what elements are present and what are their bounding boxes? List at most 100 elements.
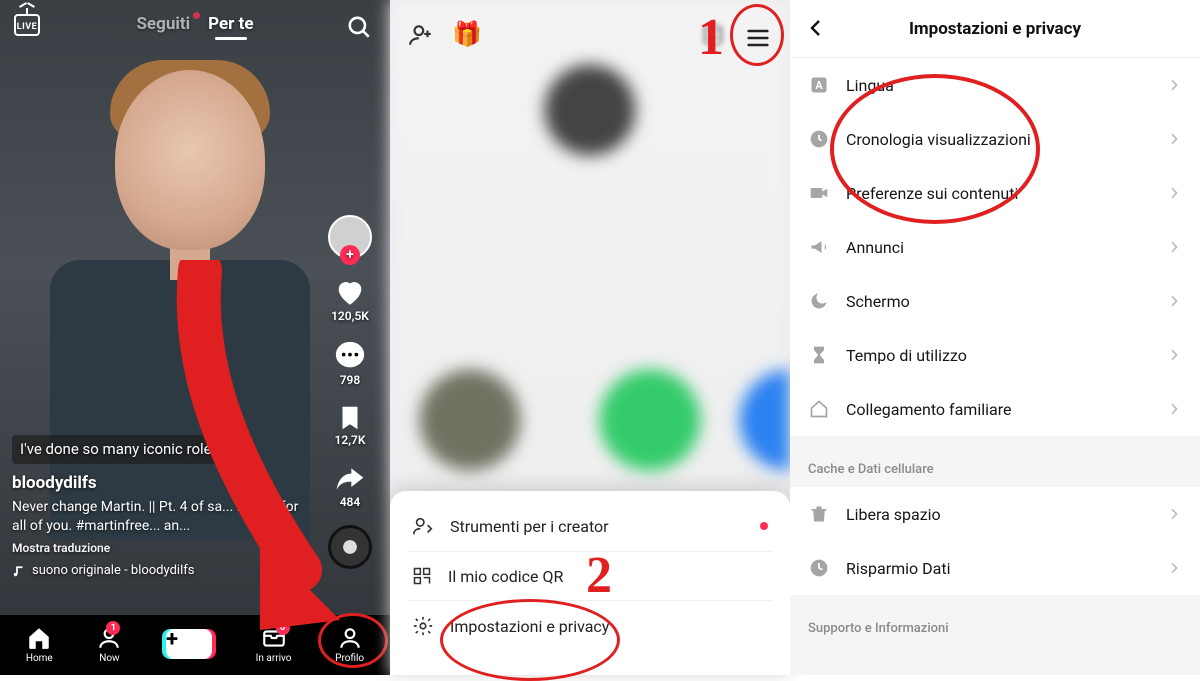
- bookmark-button[interactable]: 12,7K: [335, 403, 366, 447]
- tab-following[interactable]: Seguiti: [136, 14, 190, 34]
- share-count: 484: [340, 495, 361, 509]
- row-screen-time-label: Tempo di utilizzo: [846, 346, 967, 365]
- menu-settings-privacy[interactable]: Impostazioni e privacy: [408, 600, 772, 651]
- row-free-space-label: Libera spazio: [846, 505, 941, 524]
- chevron-right-icon: [1166, 560, 1182, 576]
- gear-icon: [412, 615, 434, 637]
- row-watch-history-label: Cronologia visualizzazioni: [846, 130, 1031, 149]
- row-family-pairing-label: Collegamento familiare: [846, 400, 1011, 419]
- feed-tabs: Seguiti Per te: [0, 14, 390, 34]
- row-content-preferences[interactable]: Preferenze sui contenuti: [790, 166, 1200, 220]
- settings-section-content: A Lingua Cronologia visualizzazioni Pref…: [790, 58, 1200, 436]
- chevron-right-icon: [1166, 347, 1182, 363]
- clock-icon: [808, 128, 830, 150]
- row-data-saver-label: Risparmio Dati: [846, 559, 950, 578]
- follow-plus-icon[interactable]: +: [340, 245, 360, 265]
- tab-inbox-label: In arrivo: [256, 653, 292, 664]
- qr-code-icon: [412, 566, 432, 586]
- sound-disc-icon: [328, 525, 372, 569]
- row-display-label: Schermo: [846, 292, 910, 311]
- megaphone-icon: [808, 236, 830, 258]
- profile-top-bar: 🎁: [390, 16, 790, 56]
- caption-text[interactable]: Never change Martin. || Pt. 4 of sa... M…: [12, 498, 310, 536]
- home-outline-icon: [808, 398, 830, 420]
- page-title: Impostazioni e privacy: [909, 19, 1081, 39]
- settings-screen: Impostazioni e privacy A Lingua Cronolog…: [790, 0, 1200, 675]
- chevron-right-icon: [1166, 401, 1182, 417]
- notification-dot-icon: [760, 522, 768, 530]
- creator-tools-icon: [412, 515, 434, 537]
- chevron-right-icon: [1166, 506, 1182, 522]
- row-screen-time[interactable]: Tempo di utilizzo: [790, 328, 1200, 382]
- tab-now[interactable]: 1 Now: [96, 625, 122, 664]
- gift-icon[interactable]: 🎁: [452, 20, 482, 48]
- language-icon: A: [808, 74, 830, 96]
- row-ads[interactable]: Annunci: [790, 220, 1200, 274]
- hamburger-menu-icon[interactable]: [744, 24, 772, 52]
- menu-qr-code[interactable]: Il mio codice QR: [408, 551, 772, 600]
- profile-icon: [337, 625, 363, 651]
- menu-settings-privacy-label: Impostazioni e privacy: [450, 617, 609, 636]
- comment-count: 798: [340, 373, 361, 387]
- row-display[interactable]: Schermo: [790, 274, 1200, 328]
- trash-icon: [808, 503, 830, 525]
- settings-section-cache: Libera spazio Risparmio Dati: [790, 487, 1200, 595]
- tab-profile-label: Profilo: [335, 653, 364, 664]
- row-family-pairing[interactable]: Collegamento familiare: [790, 382, 1200, 436]
- row-free-space[interactable]: Libera spazio: [790, 487, 1200, 541]
- add-friend-icon[interactable]: [408, 22, 434, 48]
- tab-profile[interactable]: Profilo: [335, 625, 364, 664]
- translate-button[interactable]: Mostra traduzione: [12, 540, 310, 556]
- feed-screen: LIVE Seguiti Per te + 120,5K 798 12,7K: [0, 0, 390, 675]
- caption-area: I've done so many iconic roles. bloodydi…: [12, 435, 310, 580]
- author-avatar[interactable]: +: [328, 215, 372, 259]
- menu-creator-tools-label: Strumenti per i creator: [450, 517, 609, 536]
- plus-icon: +: [166, 629, 212, 659]
- tab-inbox[interactable]: 6 In arrivo: [256, 625, 292, 664]
- sound-row[interactable]: suono originale - bloodydilfs: [12, 562, 310, 580]
- like-count: 120,5K: [331, 309, 369, 323]
- tab-for-you[interactable]: Per te: [208, 14, 253, 34]
- chevron-right-icon: [1166, 131, 1182, 147]
- profile-screen: 🎁 Strumenti per i creator Il mio codice …: [390, 0, 790, 675]
- row-watch-history[interactable]: Cronologia visualizzazioni: [790, 112, 1200, 166]
- data-saver-icon: [808, 557, 830, 579]
- profile-menu-sheet: Strumenti per i creator Il mio codice QR…: [390, 491, 790, 675]
- music-note-icon: [12, 564, 26, 578]
- sound-name: suono originale - bloodydilfs: [32, 562, 194, 580]
- hourglass-icon: [808, 344, 830, 366]
- home-icon: [26, 625, 52, 651]
- like-button[interactable]: 120,5K: [331, 275, 369, 323]
- sound-disc[interactable]: [328, 525, 372, 569]
- menu-qr-code-label: Il mio codice QR: [448, 567, 563, 586]
- back-button[interactable]: [804, 16, 828, 40]
- comment-button[interactable]: 798: [333, 339, 367, 387]
- chevron-right-icon: [1166, 239, 1182, 255]
- video-subtitle: I've done so many iconic roles.: [12, 435, 231, 463]
- author-username[interactable]: bloodydilfs: [12, 472, 310, 495]
- section-label-cache: Cache e Dati cellulare: [790, 444, 1200, 487]
- tab-now-label: Now: [99, 653, 119, 664]
- bottom-tabbar: Home 1 Now + 6 In arrivo Profilo: [0, 615, 390, 675]
- row-data-saver[interactable]: Risparmio Dati: [790, 541, 1200, 595]
- inbox-badge: 6: [276, 621, 290, 635]
- avatar-icon: +: [328, 215, 372, 259]
- chevron-right-icon: [1166, 185, 1182, 201]
- share-button[interactable]: 484: [334, 463, 366, 509]
- chevron-right-icon: [1166, 293, 1182, 309]
- bookmark-count: 12,7K: [335, 433, 366, 447]
- tab-create[interactable]: +: [166, 629, 212, 659]
- settings-header: Impostazioni e privacy: [790, 0, 1200, 58]
- search-icon[interactable]: [346, 14, 372, 40]
- section-label-support: Supporto e Informazioni: [790, 603, 1200, 646]
- menu-creator-tools[interactable]: Strumenti per i creator: [390, 501, 790, 551]
- row-language-label: Lingua: [846, 76, 894, 95]
- chevron-left-icon: [804, 16, 828, 40]
- tab-home-label: Home: [26, 653, 53, 664]
- svg-text:A: A: [815, 79, 823, 92]
- chevron-right-icon: [1166, 77, 1182, 93]
- row-content-preferences-label: Preferenze sui contenuti: [846, 184, 1018, 203]
- tab-home[interactable]: Home: [26, 625, 53, 664]
- coins-icon[interactable]: [700, 22, 726, 48]
- row-language[interactable]: A Lingua: [790, 58, 1200, 112]
